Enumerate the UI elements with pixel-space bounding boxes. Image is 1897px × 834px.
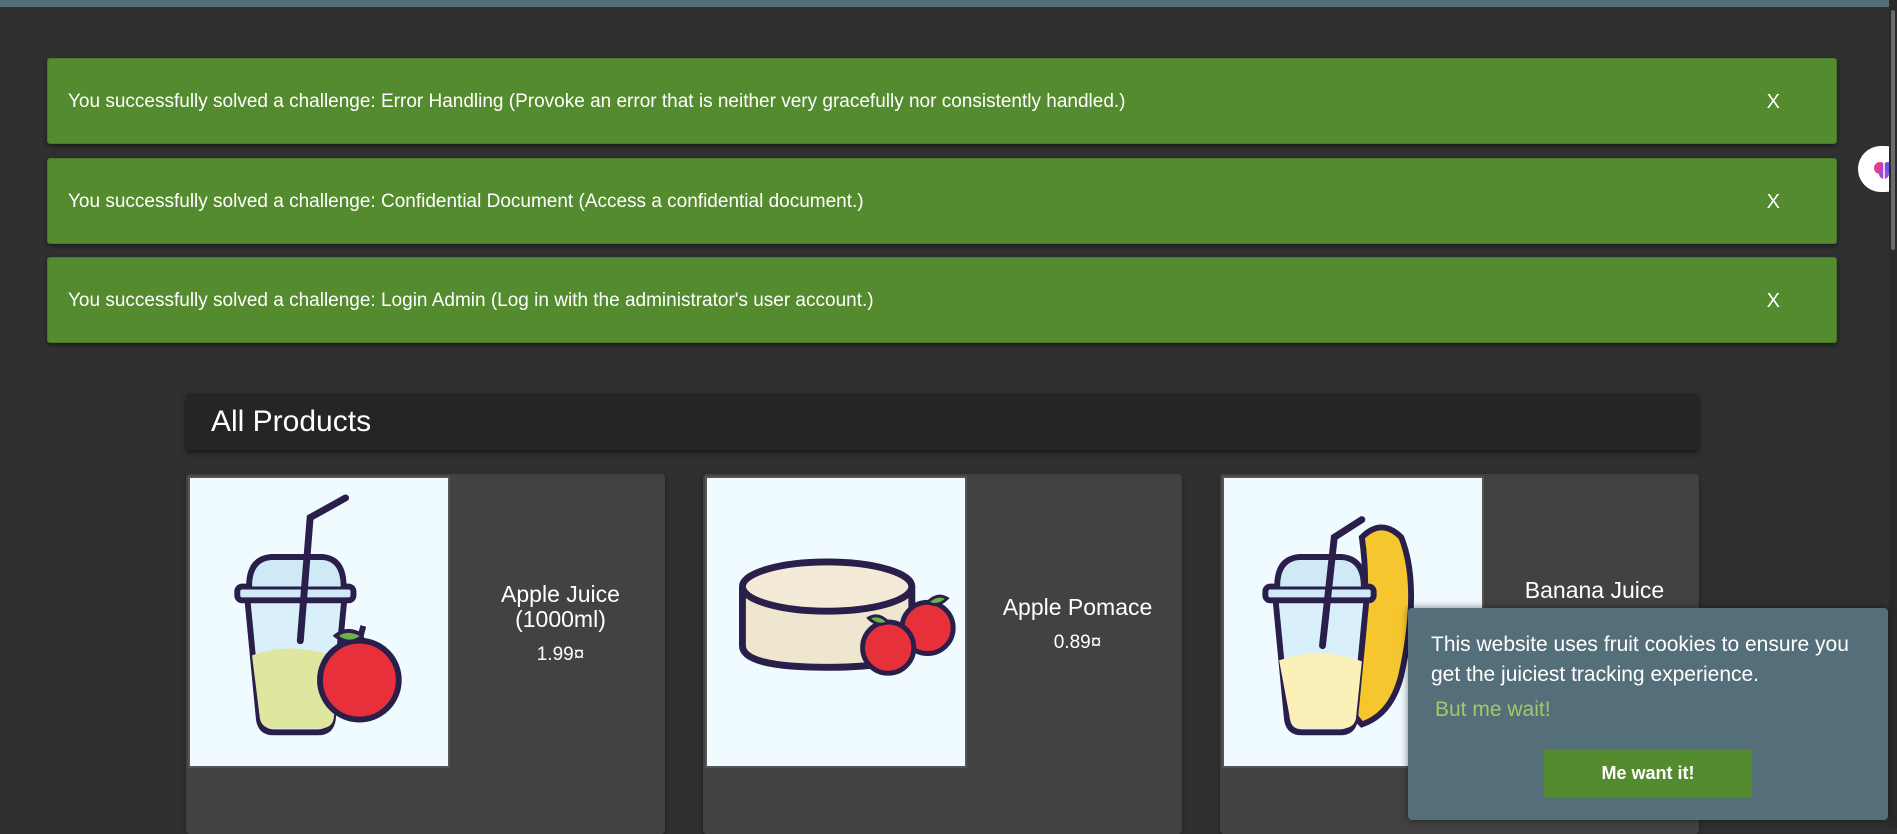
product-name: Apple Pomace (1002, 593, 1153, 620)
product-name: Banana Juice (1524, 577, 1665, 603)
cookie-learn-more-link[interactable]: But me wait! (1435, 698, 1551, 722)
page-title: All Products (211, 405, 372, 438)
product-name: Apple Juice (1000ml) (501, 581, 620, 632)
close-notification-button[interactable]: X (1767, 258, 1780, 344)
top-toolbar-edge (0, 0, 1897, 7)
cookie-consent-banner: This website uses fruit cookies to ensur… (1408, 608, 1888, 820)
product-info: Apple Juice (1000ml) 1.99¤ (456, 474, 665, 774)
cookie-accept-button[interactable]: Me want it! (1544, 749, 1752, 797)
challenge-solved-notification: You successfully solved a challenge: Err… (47, 58, 1837, 144)
product-card-apple-juice[interactable]: Apple Juice (1000ml) 1.99¤ (186, 474, 665, 834)
apple-juice-image[interactable] (188, 476, 450, 768)
product-card-apple-pomace[interactable]: Apple Pomace 0.89¤ (703, 474, 1182, 834)
close-notification-button[interactable]: X (1767, 59, 1780, 145)
notification-message: You successfully solved a challenge: Err… (68, 91, 1126, 112)
challenge-solved-notification: You successfully solved a challenge: Con… (47, 158, 1837, 244)
products-header: All Products (186, 393, 1699, 450)
scrollbar[interactable] (1889, 0, 1897, 828)
challenge-solved-notification: You successfully solved a challenge: Log… (47, 257, 1837, 343)
apple-pomace-icon (739, 558, 956, 676)
close-notification-button[interactable]: X (1767, 159, 1780, 245)
apple-juice-icon (234, 494, 402, 736)
notification-message: You successfully solved a challenge: Log… (68, 290, 874, 311)
apple-pomace-image[interactable] (705, 476, 967, 768)
scrollbar-thumb[interactable] (1891, 10, 1895, 250)
cookie-message: This website uses fruit cookies to ensur… (1431, 633, 1849, 686)
notification-message: You successfully solved a challenge: Con… (68, 191, 864, 212)
product-info: Apple Pomace 0.89¤ (973, 474, 1182, 774)
product-price: 0.89¤ (1053, 631, 1102, 653)
product-price: 1.99¤ (536, 644, 585, 665)
